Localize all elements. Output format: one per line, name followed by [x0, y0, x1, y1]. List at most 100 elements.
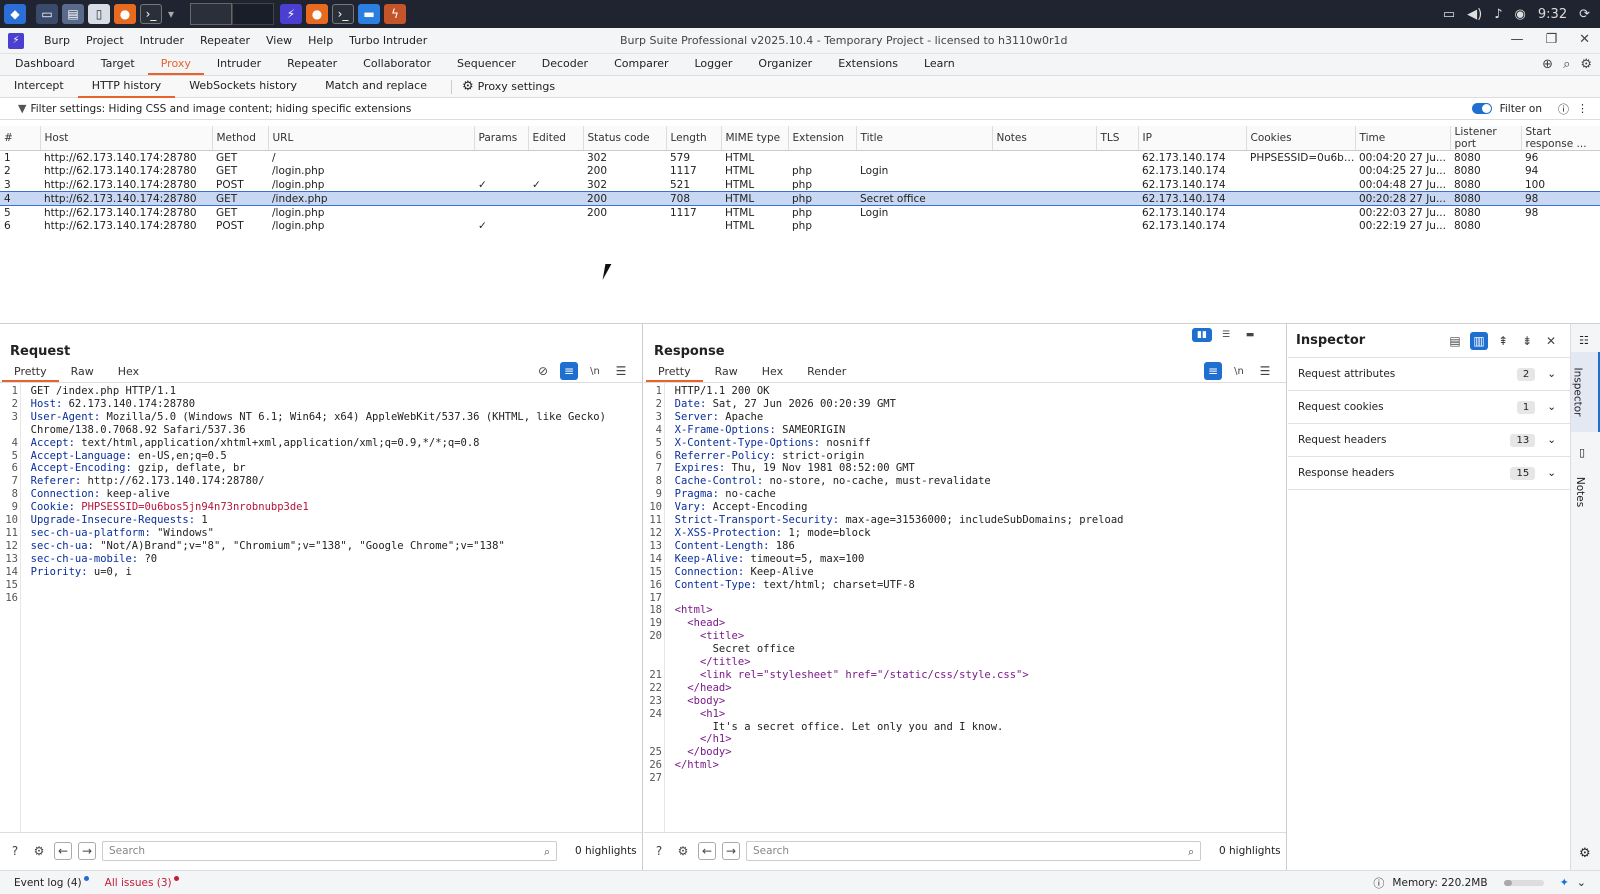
folder-icon[interactable]: ▬ — [358, 4, 380, 24]
notification-bell-icon[interactable]: ♪ — [1494, 7, 1502, 22]
tab-extensions[interactable]: Extensions — [825, 55, 911, 75]
start-menu-icon[interactable]: ◆ — [4, 4, 26, 24]
chevron-down-icon[interactable]: ⌄ — [1547, 434, 1556, 446]
filter-toggle[interactable] — [1471, 103, 1492, 114]
settings-icon[interactable]: ⚙ — [30, 842, 48, 860]
firefox-icon[interactable]: ● — [114, 4, 136, 24]
request-search-input[interactable]: Search ⌕ — [102, 840, 557, 861]
power-icon[interactable]: ⟳ — [1579, 7, 1590, 22]
response-tab-hex[interactable]: Hex — [750, 364, 795, 382]
menu-burp[interactable]: Burp — [36, 34, 78, 47]
inspector-icon[interactable]: ☷ — [1579, 334, 1589, 347]
tab-logger[interactable]: Logger — [681, 55, 745, 75]
column-header-extension[interactable]: Extension — [788, 126, 857, 151]
request-tab-hex[interactable]: Hex — [106, 364, 151, 382]
expand-all-icon[interactable]: ⇟ — [1518, 332, 1536, 350]
event-log-link[interactable]: Event log (4) — [14, 877, 82, 889]
menu-help[interactable]: Help — [300, 34, 341, 47]
forward-arrow-icon[interactable]: → — [78, 841, 96, 860]
table-row[interactable]: 3 http://62.173.140.174:28780 POST/login.p… — [0, 178, 1600, 192]
column-header-edited[interactable]: Edited — [528, 126, 584, 151]
request-editor[interactable]: 1 GET /index.php HTTP/1.1 2 Host: 62.173.… — [2, 385, 640, 830]
tab-learn[interactable]: Learn — [911, 55, 968, 75]
response-editor[interactable]: 1 HTTP/1.1 200 OK 2 Date: Sat, 27 Jun 202… — [646, 385, 1284, 830]
workspace-1[interactable] — [190, 3, 232, 25]
hide-icon[interactable]: ⊘ — [534, 362, 552, 380]
newline-icon[interactable]: \n — [586, 362, 604, 380]
minimize-button[interactable]: — — [1510, 32, 1523, 47]
subtab-match-and-replace[interactable]: Match and replace — [311, 76, 441, 98]
restore-button[interactable]: ❐ — [1545, 32, 1557, 47]
inspector-section-response-headers[interactable]: Response headers 15 ⌄ — [1288, 457, 1570, 490]
tab-sequencer[interactable]: Sequencer — [444, 55, 529, 75]
workspace-2[interactable] — [232, 3, 274, 25]
response-tab-raw[interactable]: Raw — [703, 364, 750, 382]
menu-view[interactable]: View — [258, 34, 300, 47]
table-row[interactable]: 2 http://62.173.140.174:28780 GET/login.ph… — [0, 164, 1600, 178]
menu-turbo-intruder[interactable]: Turbo Intruder — [341, 34, 435, 47]
wrap-icon[interactable]: ≡ — [1204, 362, 1222, 380]
help-icon[interactable]: ⓘ — [1558, 101, 1569, 117]
terminal-window-icon[interactable]: ›_ — [332, 4, 354, 24]
tab-dashboard[interactable]: Dashboard — [2, 55, 88, 75]
split-horizontal-icon[interactable]: ▮▮ — [1192, 328, 1212, 342]
firefox-window-icon[interactable]: ● — [306, 4, 328, 24]
layout-panel-icon[interactable]: ▥ — [1470, 331, 1488, 350]
search-icon[interactable]: ⌕ — [1563, 57, 1570, 72]
chevron-down-icon[interactable]: ⌄ — [1577, 876, 1586, 889]
terminal-icon[interactable]: ›_ — [140, 4, 162, 24]
settings-icon[interactable]: ⚙ — [674, 842, 692, 860]
burp-icon[interactable]: ⚡ — [280, 4, 302, 24]
subtab-websockets-history[interactable]: WebSockets history — [175, 76, 311, 98]
chevron-down-icon[interactable]: ⌄ — [1547, 401, 1556, 413]
request-tab-raw[interactable]: Raw — [59, 364, 106, 382]
filter-bar[interactable]: ▼ Filter settings: Hiding CSS and image … — [0, 98, 1600, 120]
globe-icon[interactable]: ⊕ — [1542, 57, 1553, 72]
column-header-cookies[interactable]: Cookies — [1246, 126, 1356, 151]
forward-arrow-icon[interactable]: → — [722, 841, 740, 860]
burp-window-icon[interactable]: ϟ — [384, 4, 406, 24]
desktop-icon[interactable]: ▭ — [36, 4, 58, 24]
inspector-section-request-attributes[interactable]: Request attributes 2 ⌄ — [1288, 358, 1570, 391]
response-search-input[interactable]: Search ⌕ — [746, 840, 1201, 861]
chevron-down-icon[interactable]: ▾ — [166, 4, 176, 24]
column-header-status-code[interactable]: Status code — [583, 126, 667, 151]
newline-icon[interactable]: \n — [1230, 362, 1248, 380]
tab-comparer[interactable]: Comparer — [601, 55, 681, 75]
column-header-url[interactable]: URL — [268, 126, 475, 151]
tab-proxy[interactable]: Proxy — [147, 55, 204, 75]
menu-icon[interactable]: ☰ — [1256, 362, 1274, 380]
tab-collaborator[interactable]: Collaborator — [350, 55, 444, 75]
proxy-settings-button[interactable]: ⚙ Proxy settings — [462, 79, 555, 94]
column-header-title[interactable]: Title — [856, 126, 993, 151]
tab-decoder[interactable]: Decoder — [529, 55, 601, 75]
back-arrow-icon[interactable]: ← — [54, 841, 72, 860]
column-header-mime-type[interactable]: MIME type — [721, 126, 789, 151]
inspector-section-request-cookies[interactable]: Request cookies 1 ⌄ — [1288, 391, 1570, 424]
tab-target[interactable]: Target — [88, 55, 148, 75]
document-icon[interactable]: ▯ — [88, 4, 110, 24]
inspector-section-request-headers[interactable]: Request headers 13 ⌄ — [1288, 424, 1570, 457]
column-header-params[interactable]: Params — [474, 126, 529, 151]
all-issues-link[interactable]: All issues (3) — [105, 877, 172, 889]
column-header-tls[interactable]: TLS — [1096, 126, 1139, 151]
column-header-start-response[interactable]: Start response ... — [1521, 126, 1600, 151]
back-arrow-icon[interactable]: ← — [698, 841, 716, 860]
menu-project[interactable]: Project — [78, 34, 132, 47]
close-window-button[interactable]: ✕ — [1579, 32, 1590, 47]
menu-icon[interactable]: ☰ — [612, 362, 630, 380]
tab-repeater[interactable]: Repeater — [274, 55, 350, 75]
column-header-method[interactable]: Method — [212, 126, 269, 151]
volume-icon[interactable]: ◀) — [1467, 7, 1482, 22]
column-header-ip[interactable]: IP — [1138, 126, 1247, 151]
column-header-number[interactable]: # — [0, 126, 41, 151]
more-options-icon[interactable]: ⋮ — [1577, 102, 1588, 115]
tab-organizer[interactable]: Organizer — [745, 55, 825, 75]
response-tab-pretty[interactable]: Pretty — [646, 364, 703, 382]
request-tab-pretty[interactable]: Pretty — [2, 364, 59, 382]
subtab-intercept[interactable]: Intercept — [0, 76, 78, 98]
sparkle-icon[interactable]: ✦ — [1560, 876, 1569, 889]
tab-intruder[interactable]: Intruder — [204, 55, 274, 75]
settings-icon[interactable]: ⚙ — [1579, 846, 1591, 861]
column-header-listener-port[interactable]: Listener port — [1450, 126, 1522, 151]
